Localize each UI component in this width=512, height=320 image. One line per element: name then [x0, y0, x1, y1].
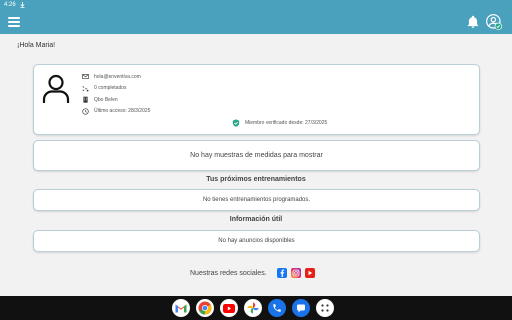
status-time: 4:26	[4, 2, 16, 8]
bell-icon[interactable]	[466, 15, 480, 29]
messages-icon[interactable]	[292, 299, 310, 317]
profile-info: hola@enventiva.com 0 completados Qbo Bel…	[82, 71, 150, 117]
photos-icon[interactable]	[244, 299, 262, 317]
facebook-icon[interactable]	[276, 268, 287, 278]
verified-text: Miembro verificado desde: 27/3/2025	[245, 120, 328, 126]
youtube-icon[interactable]	[304, 268, 315, 278]
download-status-icon	[20, 2, 25, 8]
verified-member: Miembro verificado desde: 27/3/2025	[232, 119, 327, 127]
app-drawer-icon[interactable]	[316, 299, 334, 317]
building-icon	[83, 96, 88, 103]
announcements-card: No hay anuncios disponibles	[33, 230, 480, 252]
app-dock	[172, 299, 342, 317]
last-access-row: Último acceso: 28/3/2025	[82, 106, 150, 118]
email-text: hola@enventiva.com	[94, 73, 141, 80]
app-bar	[0, 10, 512, 34]
location-text: Qbo Belen	[94, 96, 118, 103]
social-networks: Nuestras redes sociales.	[190, 268, 315, 278]
completed-text: 0 completados	[94, 85, 127, 92]
mail-icon	[82, 74, 89, 80]
social-label: Nuestras redes sociales.	[190, 269, 267, 277]
trainings-title: Tus próximos entrenamientos	[206, 176, 306, 183]
useful-info-title: Información útil	[229, 216, 283, 223]
chrome-icon[interactable]	[196, 299, 214, 317]
completed-row: 0 completados	[82, 83, 150, 95]
hamburger-menu-icon[interactable]	[8, 16, 20, 28]
last-access-text: Último acceso: 28/3/2025	[94, 108, 151, 115]
youtube-app-icon[interactable]	[220, 299, 238, 317]
measures-card: No hay muestras de medidas para mostrar	[33, 140, 480, 171]
trainings-empty-text: No tienes entrenamientos programados.	[202, 197, 311, 203]
user-avatar-icon	[42, 74, 70, 103]
status-bar: 4:26	[0, 0, 512, 10]
phone-icon[interactable]	[268, 299, 286, 317]
measures-empty-text: No hay muestras de medidas para mostrar	[190, 152, 323, 159]
announcements-empty-text: No hay anuncios disponibles	[218, 238, 295, 244]
shield-check-icon	[232, 119, 240, 127]
gmail-icon[interactable]	[172, 299, 190, 317]
email-row: hola@enventiva.com	[82, 71, 150, 83]
profile-card: hola@enventiva.com 0 completados Qbo Bel…	[33, 64, 480, 135]
location-row: Qbo Belen	[82, 94, 150, 106]
clock-icon	[82, 108, 89, 115]
greeting-text: ¡Hola Maria!	[17, 42, 56, 49]
trainings-card: No tienes entrenamientos programados.	[33, 189, 480, 211]
user-verified-icon[interactable]	[486, 14, 502, 30]
steps-icon	[82, 85, 89, 92]
instagram-icon[interactable]	[290, 268, 301, 278]
